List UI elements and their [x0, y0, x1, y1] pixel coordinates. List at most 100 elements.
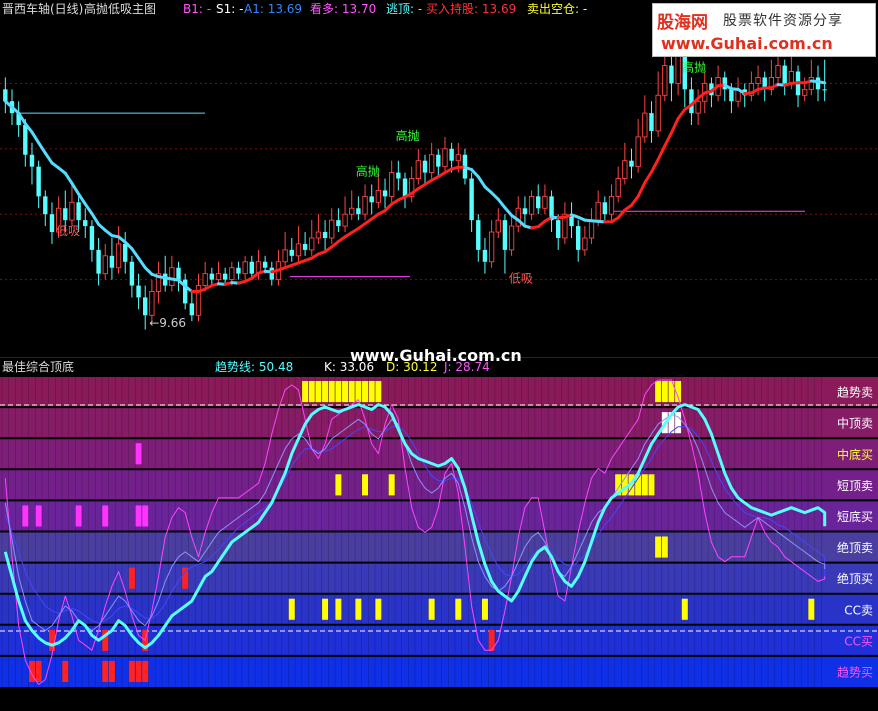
signal-marker [375, 381, 382, 403]
candle-body [536, 196, 541, 209]
candle-body [622, 160, 628, 179]
candle-body [322, 232, 328, 238]
lower-title: 最佳综合顶底 [2, 359, 74, 374]
candle-body [822, 89, 827, 91]
candle-body [442, 148, 448, 168]
candle-body [236, 267, 241, 274]
band-label: 绝顶卖 [837, 540, 873, 555]
candle-body [96, 249, 101, 274]
candle-body [123, 243, 128, 262]
candle-body [782, 65, 787, 84]
watermark-url: www.Guhai.com.cn [661, 34, 833, 53]
signal-marker [135, 505, 142, 527]
price-annotation: 高抛 [356, 164, 380, 179]
candle-body [482, 249, 488, 262]
candle-body [336, 220, 341, 227]
price-panel[interactable]: 低吸低吸高抛高抛高抛←9.66 [0, 29, 878, 359]
signal-marker [641, 474, 648, 496]
signal-marker [135, 660, 142, 682]
signal-marker [335, 598, 342, 620]
signal-marker [681, 598, 688, 620]
candle-body [189, 303, 195, 316]
candle-body [269, 267, 274, 280]
price-annotation: 低吸 [509, 272, 533, 286]
moving-average [649, 158, 660, 174]
candle-body [43, 196, 48, 215]
moving-average [130, 247, 141, 260]
signal-marker [62, 660, 69, 682]
price-annotation: 高抛 [396, 128, 420, 143]
header-value: 看多: 13.70 [310, 2, 376, 16]
moving-average [476, 175, 487, 189]
moving-average [83, 202, 94, 216]
signal-marker [22, 505, 29, 527]
signal-marker [342, 381, 349, 403]
candle-body [488, 231, 495, 263]
signal-marker [302, 381, 309, 403]
signal-marker [35, 505, 42, 527]
moving-average [63, 171, 74, 185]
candle-body [382, 190, 388, 197]
signal-band [0, 376, 878, 408]
candle-body [249, 261, 254, 274]
signal-marker [335, 381, 342, 403]
price-annotation: ←9.66 [149, 316, 186, 330]
candle-body [542, 195, 548, 209]
signal-band [0, 531, 878, 563]
candle-body [556, 220, 561, 238]
band-label: 短顶卖 [837, 479, 873, 493]
signal-marker [108, 660, 115, 682]
signal-marker [655, 536, 662, 558]
signal-marker [362, 474, 369, 496]
band-label: 绝顶买 [837, 571, 873, 586]
watermark-url-center: www.Guhai.com.cn [350, 346, 522, 365]
candle-body [755, 77, 761, 84]
candle-body [476, 220, 481, 250]
indicator-name: 高抛低吸主图 [84, 1, 156, 16]
candle-body [508, 225, 515, 251]
candle-body [802, 88, 808, 96]
candle-body [582, 237, 588, 251]
candle-body [69, 201, 75, 221]
candle-body [662, 65, 668, 96]
moving-average [43, 151, 54, 165]
signal-marker [182, 567, 189, 589]
signal-marker [102, 505, 109, 527]
candle-body [415, 160, 421, 179]
candle-body [89, 226, 95, 250]
signal-marker [335, 474, 342, 496]
moving-average [643, 170, 653, 185]
candle-body [576, 226, 581, 250]
signal-marker [322, 381, 329, 403]
moving-average [496, 197, 507, 210]
signal-marker [102, 660, 109, 682]
watermark-subtitle: 股票软件资源分享 [723, 13, 843, 29]
candle-body [209, 273, 215, 280]
signal-marker [128, 660, 135, 682]
signal-marker [328, 381, 335, 403]
candle-body [3, 89, 8, 102]
moving-average [137, 256, 147, 270]
price-annotation: 高抛 [682, 60, 706, 75]
candle-body [422, 160, 428, 173]
candle-body [309, 237, 315, 251]
indicator-panel[interactable]: 趋势卖中顶卖中底买短顶卖短底买绝顶卖绝顶买 CC卖 CC买趋势买 [0, 375, 878, 687]
moving-average [656, 144, 667, 162]
candle-body [23, 125, 28, 155]
candle-body [76, 202, 81, 221]
candle-body [602, 202, 608, 215]
candle-body [302, 243, 308, 250]
signal-marker [348, 381, 355, 403]
candle-body [83, 220, 88, 227]
signal-marker [142, 505, 149, 527]
candle-body [455, 154, 461, 162]
signal-marker [808, 598, 815, 620]
signal-marker [481, 598, 488, 620]
signal-marker [355, 381, 362, 403]
signal-marker [388, 474, 395, 496]
candle-body [695, 100, 701, 114]
candle-body [282, 249, 288, 263]
candle-body [595, 201, 601, 221]
candle-body [649, 113, 654, 131]
signal-marker [355, 598, 362, 620]
